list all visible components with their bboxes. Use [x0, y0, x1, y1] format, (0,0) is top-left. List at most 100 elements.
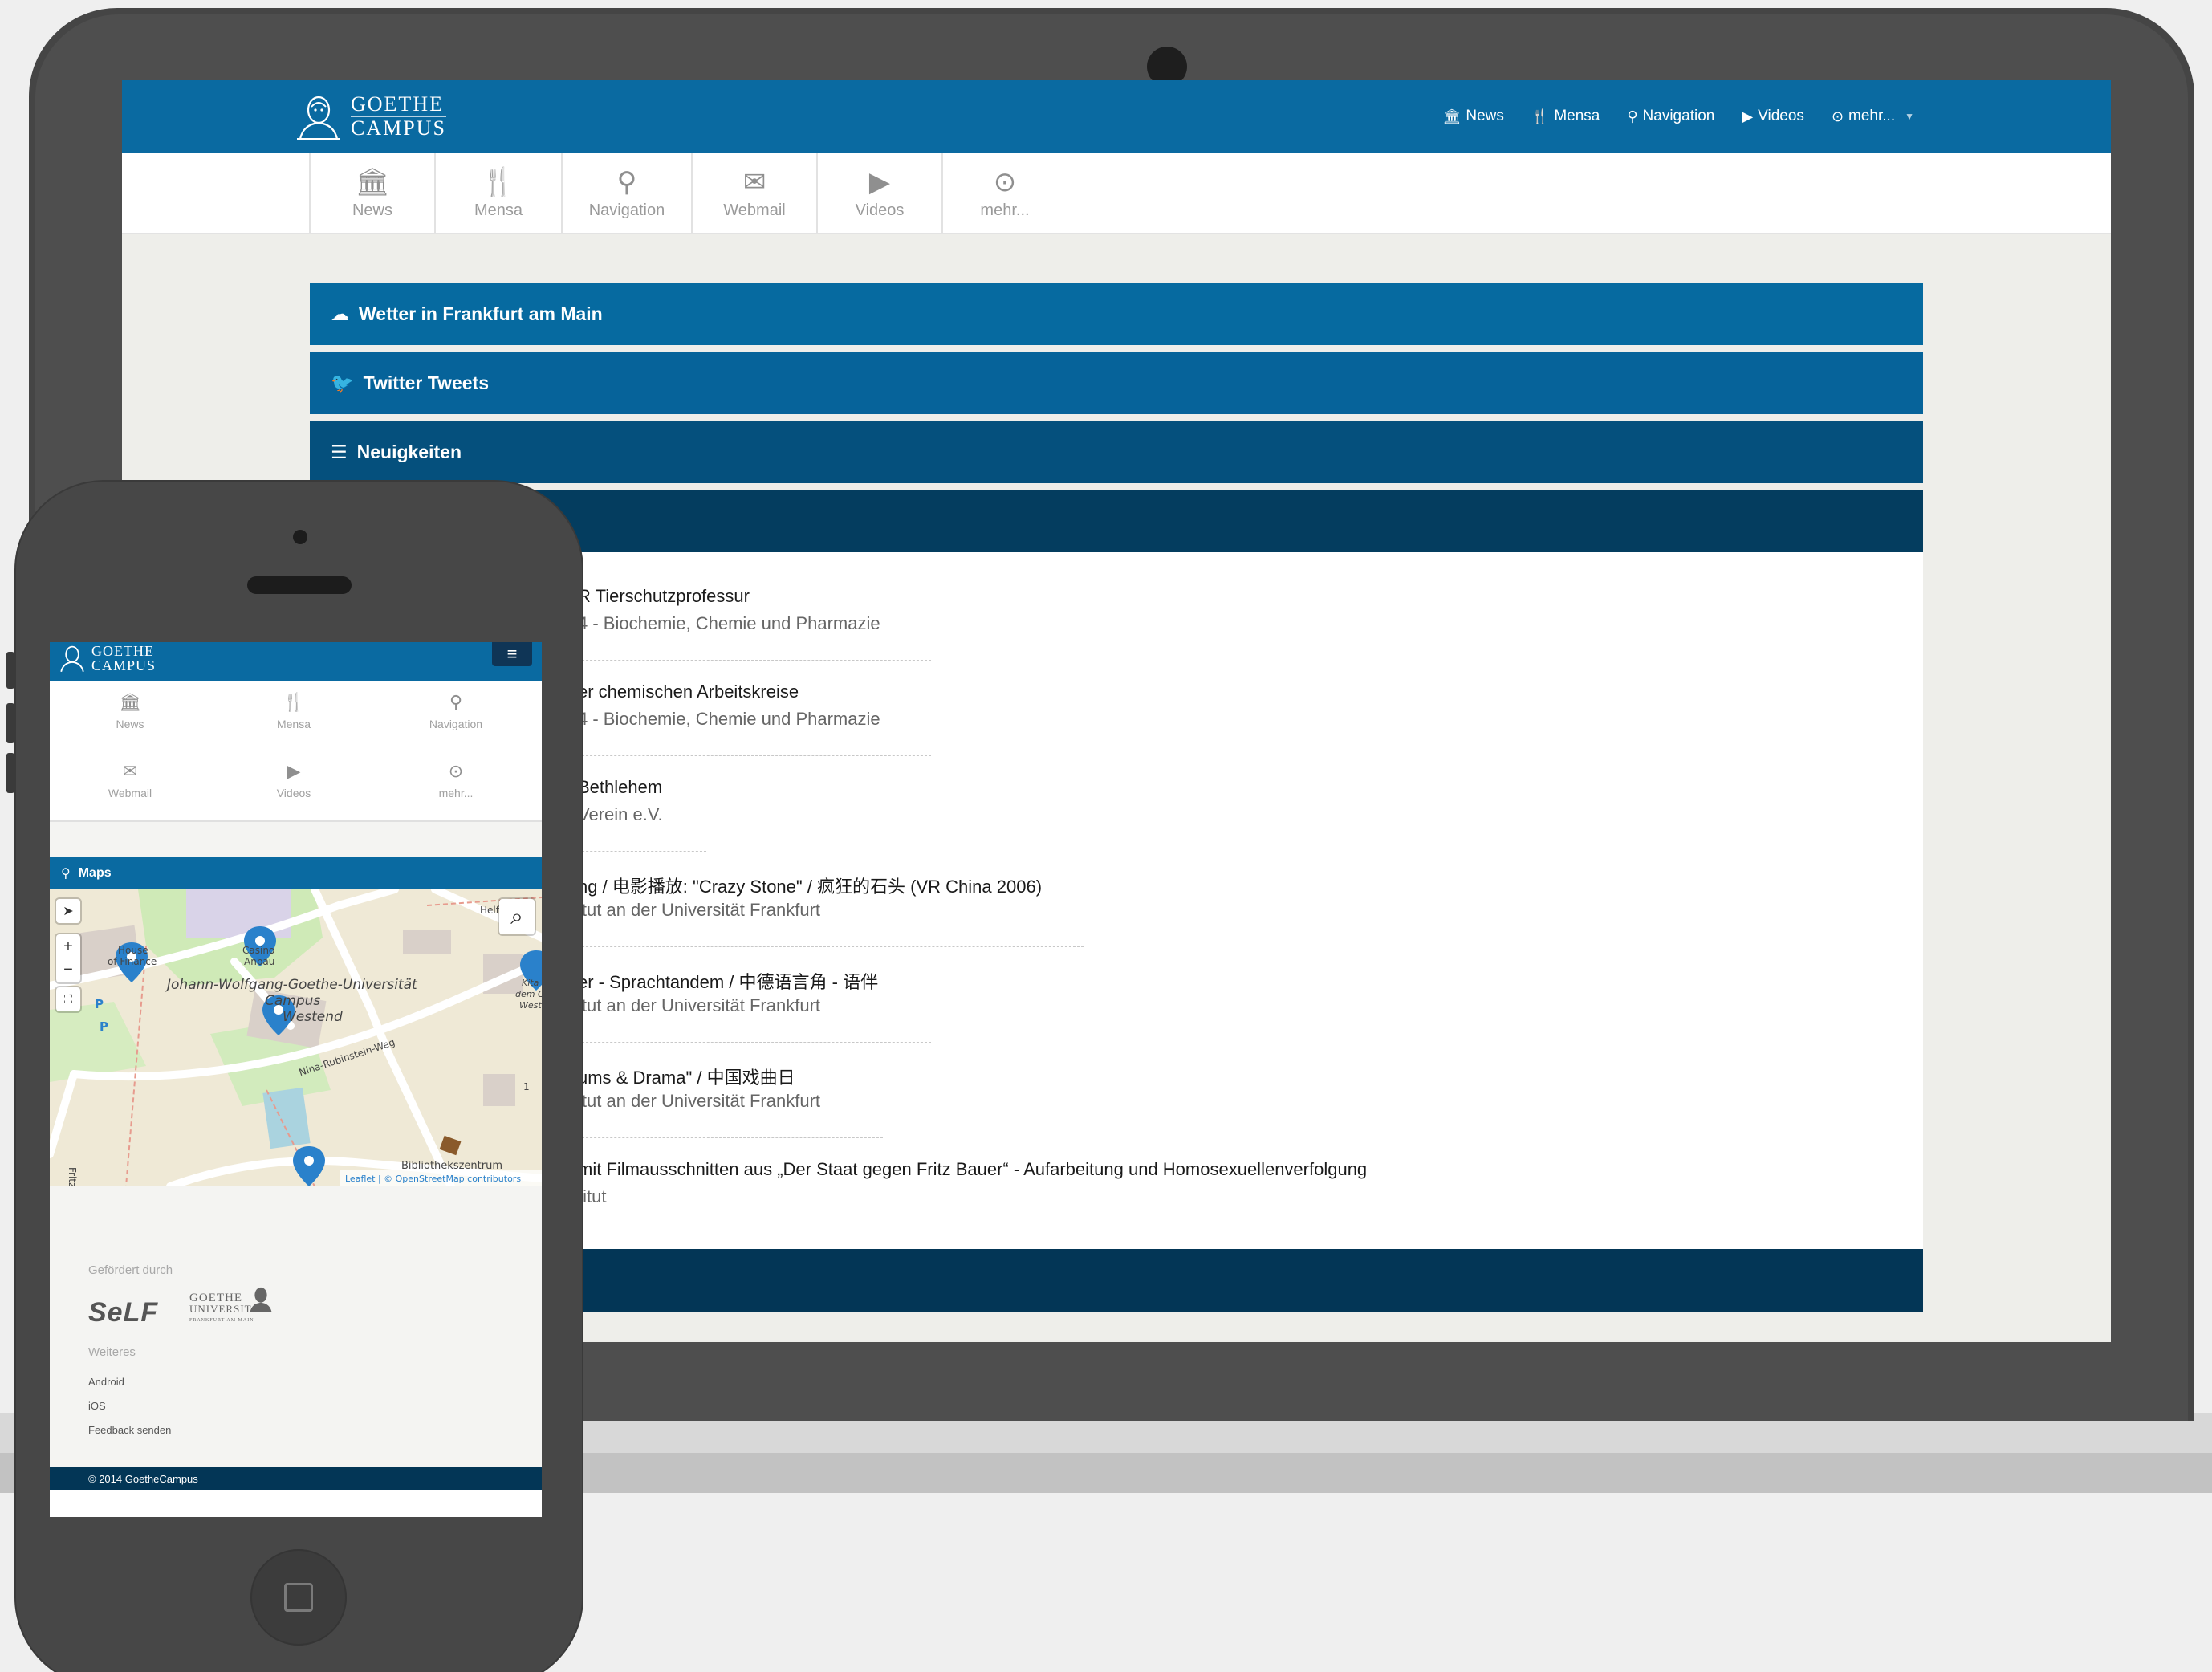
topnav-navigation-label: Navigation — [1642, 108, 1715, 124]
list-icon: ☰ — [331, 441, 348, 462]
play-icon: ▶ — [1742, 108, 1754, 124]
event-title[interactable]: ums & Drama" / 中国戏曲日 — [578, 1064, 795, 1089]
circle-down-icon: ⊙ — [993, 166, 1017, 197]
fork-knife-icon: 🍴 — [481, 166, 516, 197]
phone-volume-down — [6, 753, 14, 793]
phone-footer: Gefördert durch SeLF GOETHE UNIVERSITÄT … — [50, 1239, 542, 1469]
event-title[interactable]: Bethlehem — [578, 777, 662, 798]
tab-navigation-label: Navigation — [588, 201, 665, 219]
topnav-mensa-label: Mensa — [1554, 108, 1600, 124]
circle-down-icon: ⊙ — [1831, 108, 1844, 124]
plus-icon: + — [63, 938, 73, 955]
fullscreen-button[interactable]: ⛶ — [56, 987, 80, 1011]
map-marker-icon: ⚲ — [616, 166, 637, 197]
map-label: Kita — [522, 978, 539, 988]
topnav-news[interactable]: 🏛 News — [1443, 108, 1504, 125]
zoom-out-button[interactable]: − — [56, 958, 80, 982]
feedback-link[interactable]: Feedback senden — [88, 1424, 171, 1436]
map-label: West — [519, 1000, 542, 1011]
phone-tab-videos[interactable]: ▶ Videos — [222, 761, 366, 799]
map-search-button[interactable]: ⌕ — [499, 899, 535, 934]
phone-tab-videos-label: Videos — [276, 787, 311, 799]
map-label: Campus — [265, 993, 320, 1009]
locate-button[interactable]: ➤ — [56, 899, 80, 923]
weather-panel-header[interactable]: ☁ Wetter in Frankfurt am Main — [310, 283, 1923, 345]
tab-navigation[interactable]: ⚲ Navigation — [561, 153, 691, 233]
bank-icon: 🏛 — [119, 692, 141, 712]
phone-tab-mensa-label: Mensa — [276, 718, 311, 730]
phone-screen: GOETHE CAMPUS ≡ 🏛 News 🍴 Mensa ⚲ Navigat… — [50, 642, 542, 1517]
phone-camera — [293, 530, 307, 544]
parking-icon: P — [95, 997, 104, 1011]
fork-knife-icon: 🍴 — [1531, 108, 1550, 124]
map-marker-icon: ⚲ — [1627, 108, 1638, 124]
weather-panel-title: Wetter in Frankfurt am Main — [359, 303, 603, 324]
envelope-icon: ✉ — [122, 761, 138, 781]
tab-news[interactable]: 🏛 News — [309, 153, 434, 233]
phone-brand-text: GOETHE CAMPUS — [91, 644, 156, 673]
phone-tab-webmail[interactable]: ✉ Webmail — [58, 761, 202, 799]
goethe-portrait-icon — [247, 1283, 274, 1319]
maps-panel-header[interactable]: ⚲ Maps — [50, 857, 542, 889]
event-title[interactable]: ng / 电影播放: "Crazy Stone" / 疯狂的石头 (VR Chi… — [578, 873, 1042, 898]
goethe-portrait-icon — [295, 92, 343, 140]
event-separator — [578, 1137, 883, 1138]
phone-screen-bottom — [50, 1490, 542, 1517]
ios-link[interactable]: iOS — [88, 1400, 106, 1412]
tab-news-label: News — [352, 201, 392, 219]
parking-icon: P — [100, 1019, 108, 1034]
android-link[interactable]: Android — [88, 1376, 124, 1388]
envelope-icon: ✉ — [742, 166, 766, 197]
tab-webmail[interactable]: ✉ Webmail — [691, 153, 816, 233]
square-icon — [284, 1583, 313, 1612]
tab-more[interactable]: ⊙ mehr... — [941, 153, 1067, 233]
twitter-panel-header[interactable]: 🐦 Twitter Tweets — [310, 352, 1923, 414]
phone-icon-grid: 🏛 News 🍴 Mensa ⚲ Navigation ✉ Webmail ▶ … — [50, 681, 542, 822]
funded-by-label: Gefördert durch — [88, 1263, 173, 1277]
topnav-more-dropdown[interactable]: ⊙ mehr... ▼ — [1832, 108, 1914, 125]
event-subtitle: 4 - Biochemie, Chemie und Pharmazie — [578, 613, 880, 633]
news-panel-header[interactable]: ☰ Neuigkeiten — [310, 421, 1923, 483]
hamburger-menu-button[interactable]: ≡ — [492, 642, 532, 666]
copyright-bar: © 2014 GoetheCampus — [50, 1467, 542, 1490]
phone-tab-mensa[interactable]: 🍴 Mensa — [222, 692, 366, 730]
campus-map[interactable]: House of Finance Casino Anbau Johann-Wol… — [50, 889, 542, 1186]
phone-brand-line-1: GOETHE — [91, 643, 154, 659]
map-label: Westend — [283, 1009, 343, 1025]
top-nav-menu: 🏛 News 🍴 Mensa ⚲ Navigation ▶ Videos ⊙ m… — [1443, 80, 1914, 153]
cloud-icon: ☁ — [331, 303, 349, 324]
bank-icon: 🏛 — [1442, 108, 1462, 124]
news-panel-title: Neuigkeiten — [356, 441, 462, 462]
event-title[interactable]: mit Filmausschnitten aus „Der Staat gege… — [578, 1159, 1367, 1180]
event-separator — [578, 1042, 931, 1043]
map-label: Anbau — [244, 956, 274, 967]
brand-logo[interactable]: GOETHE CAMPUS — [295, 90, 446, 143]
phone-brand-logo[interactable]: GOETHE CAMPUS — [58, 642, 156, 674]
phone-tab-more[interactable]: ⊙ mehr... — [384, 761, 528, 799]
tab-mensa[interactable]: 🍴 Mensa — [434, 153, 561, 233]
phone-home-button[interactable] — [250, 1549, 347, 1646]
event-title[interactable]: er - Sprachtandem / 中德语言角 - 语伴 — [578, 968, 878, 994]
topnav-navigation[interactable]: ⚲ Navigation — [1627, 108, 1714, 125]
topnav-videos[interactable]: ▶ Videos — [1742, 108, 1804, 125]
phone-navbar: GOETHE CAMPUS ≡ — [50, 642, 542, 681]
phone-speaker — [247, 576, 352, 594]
zoom-in-button[interactable]: + — [56, 934, 80, 958]
location-arrow-icon: ➤ — [63, 905, 74, 918]
phone-tab-navigation[interactable]: ⚲ Navigation — [384, 692, 528, 730]
topnav-mensa[interactable]: 🍴 Mensa — [1531, 108, 1600, 125]
event-title[interactable]: R Tierschutzprofessur — [578, 586, 750, 607]
event-subtitle: itut an der Universität Frankfurt — [578, 995, 821, 1015]
twitter-panel-title: Twitter Tweets — [363, 372, 489, 393]
topnav-news-label: News — [1466, 108, 1504, 124]
event-title[interactable]: er chemischen Arbeitskreise — [578, 681, 799, 702]
goethe-portrait-icon — [60, 645, 84, 673]
phone-mute-switch — [6, 652, 14, 689]
topnav-more-label: mehr... — [1848, 108, 1896, 124]
fullscreen-icon: ⛶ — [63, 992, 73, 1007]
phone-tab-news[interactable]: 🏛 News — [58, 692, 202, 730]
tab-videos-label: Videos — [855, 201, 905, 219]
tab-videos[interactable]: ▶ Videos — [816, 153, 941, 233]
map-label: Fritz-N — [67, 1167, 78, 1186]
zoom-control: + − — [56, 934, 80, 982]
